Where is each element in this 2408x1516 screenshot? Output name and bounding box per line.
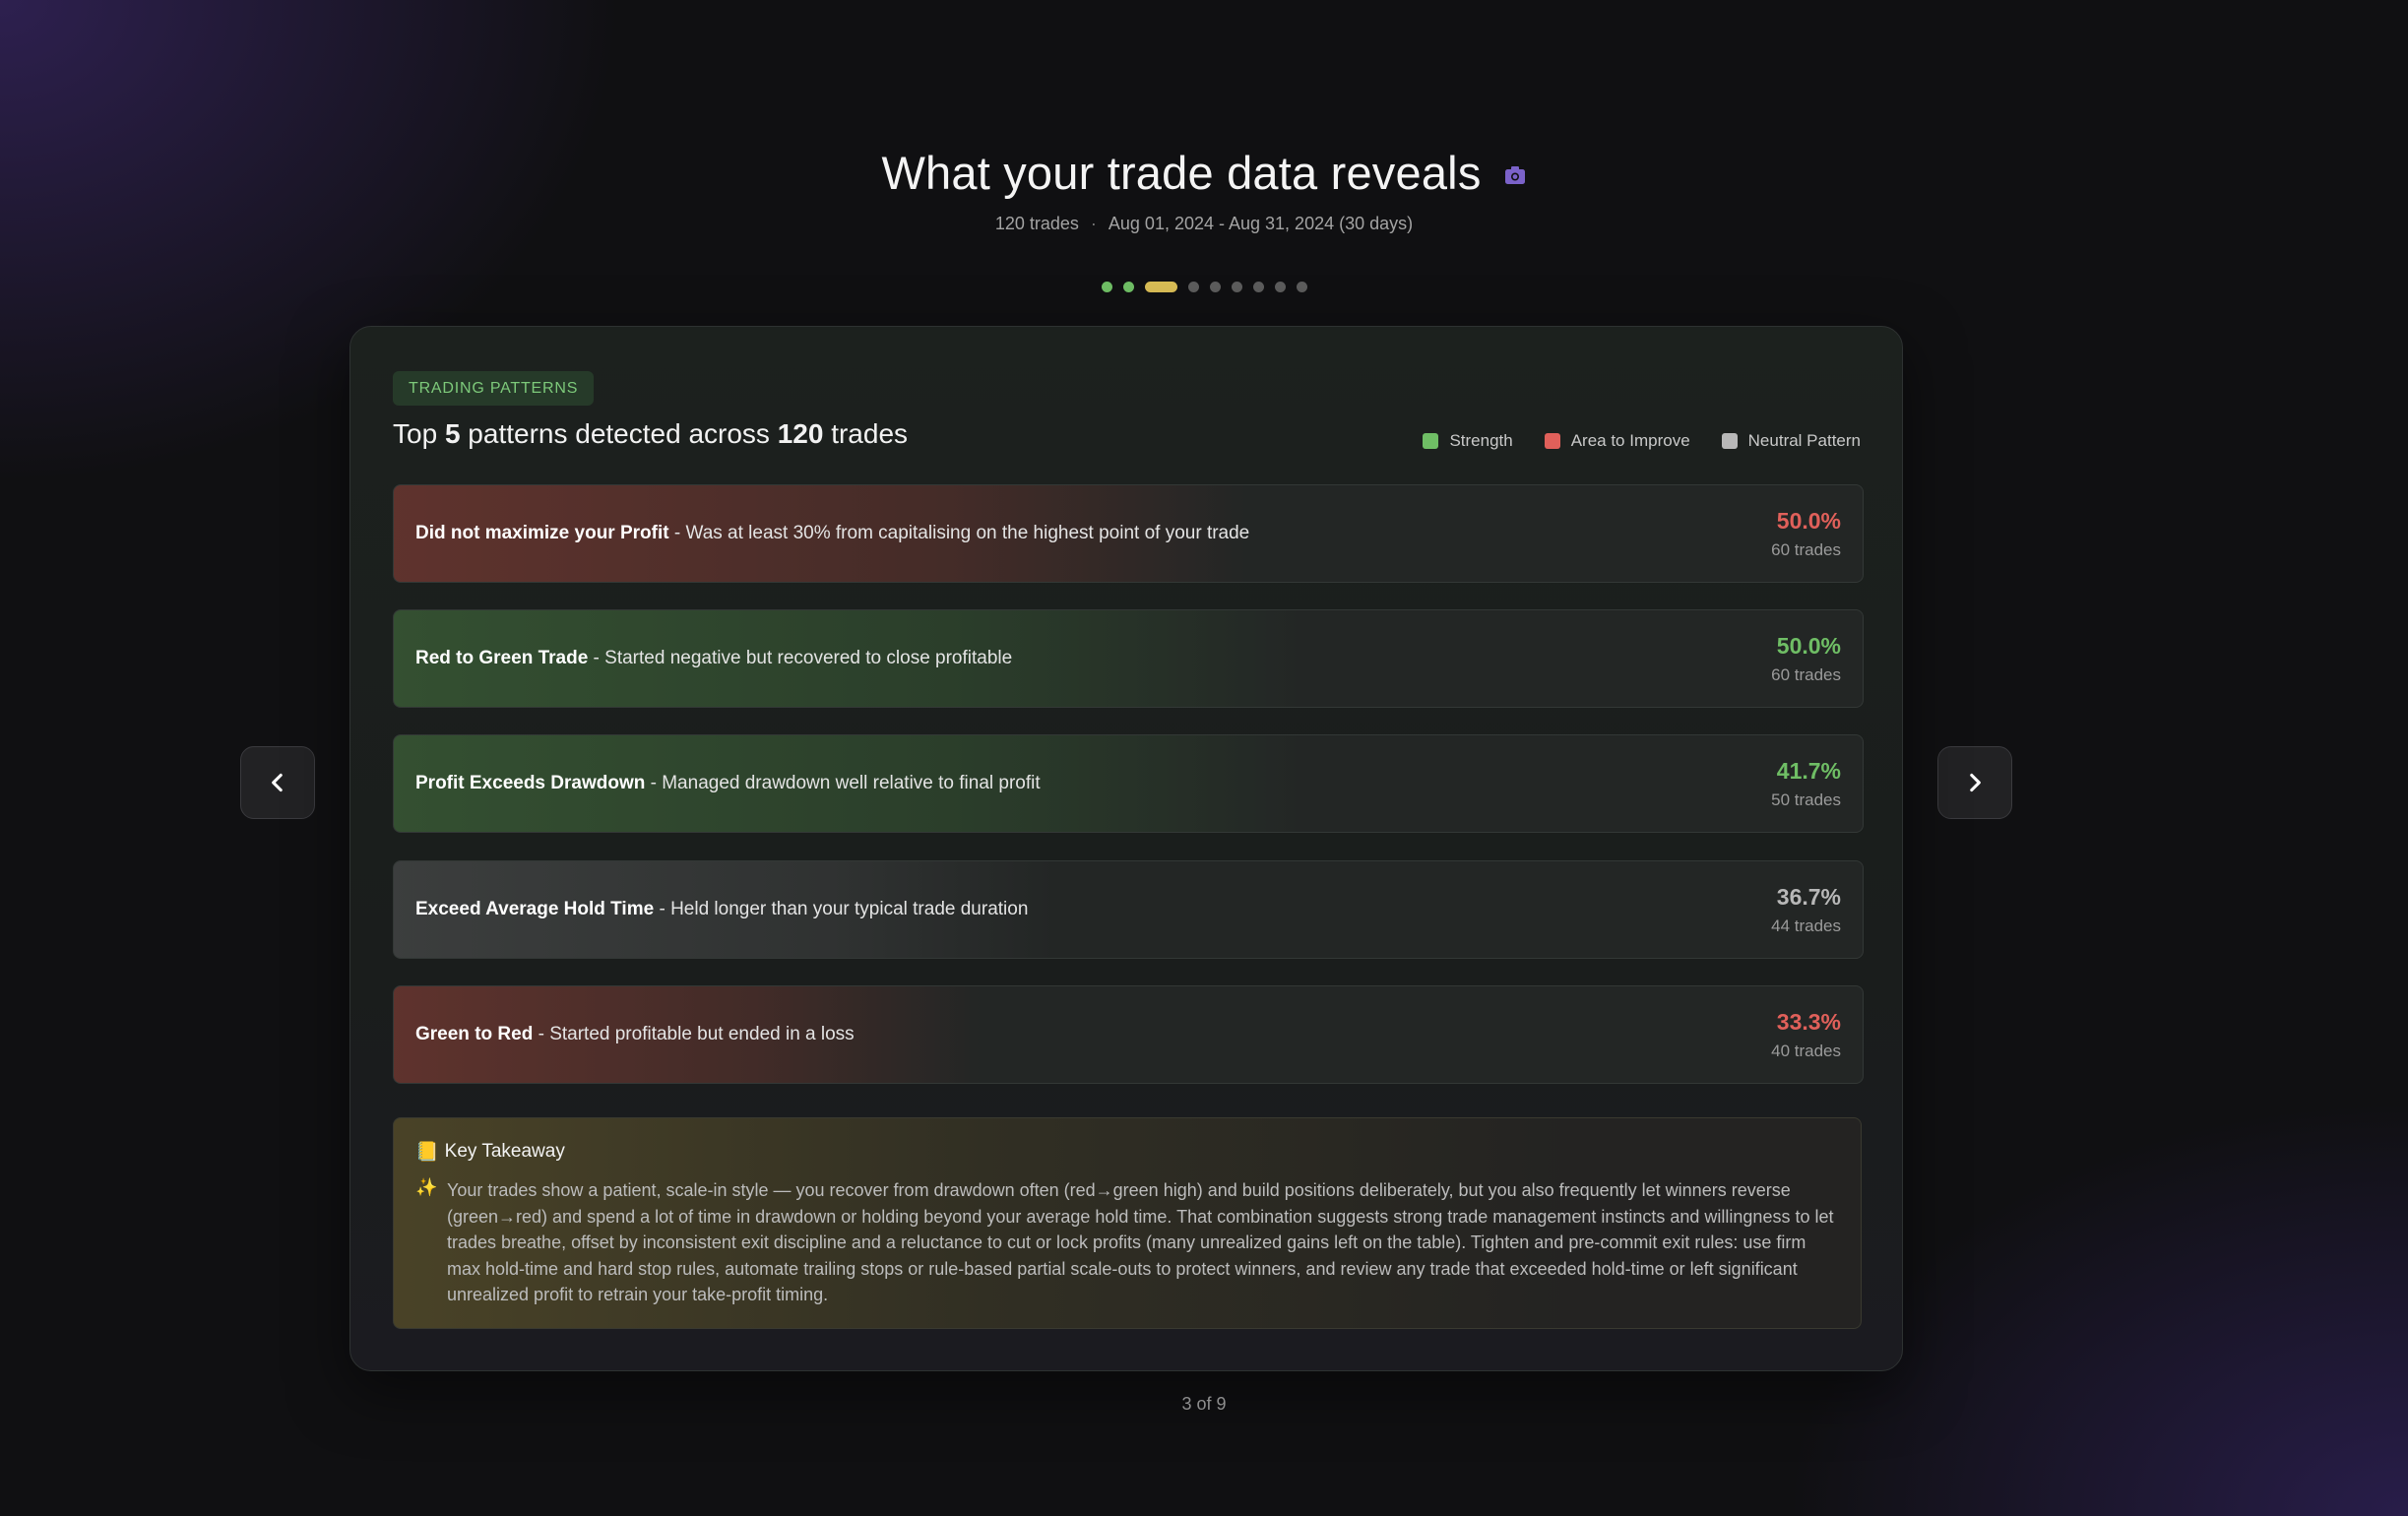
- pattern-stats: 33.3% 40 trades: [1771, 1009, 1841, 1061]
- progress-dot[interactable]: [1296, 282, 1307, 292]
- pattern-row[interactable]: Exceed Average Hold Time - Held longer t…: [393, 860, 1864, 959]
- page-title: What your trade data reveals: [881, 147, 1482, 199]
- pattern-desc: - Started negative but recovered to clos…: [588, 648, 1013, 668]
- pattern-text: Exceed Average Hold Time - Held longer t…: [415, 899, 1028, 920]
- pattern-row[interactable]: Green to Red - Started profitable but en…: [393, 985, 1864, 1084]
- heading-mid: patterns detected across: [468, 418, 770, 449]
- legend-item-improve: Area to Improve: [1544, 431, 1690, 451]
- takeaway-title: Key Takeaway: [444, 1141, 565, 1162]
- progress-dot[interactable]: [1252, 282, 1264, 292]
- heading-post: trades: [831, 418, 909, 449]
- progress-dot[interactable]: [1101, 282, 1112, 292]
- heading-pre: Top: [393, 418, 438, 449]
- pattern-text: Green to Red - Started profitable but en…: [415, 1024, 855, 1045]
- subtitle: 120 trades · Aug 01, 2024 - Aug 31, 2024…: [0, 214, 2408, 234]
- trade-count: 120 trades: [994, 214, 1079, 233]
- pattern-stats: 50.0% 60 trades: [1771, 633, 1841, 685]
- card-heading: Top 5 patterns detected across 120 trade…: [393, 418, 908, 450]
- key-takeaway: 📒 Key Takeaway ✨ Your trades show a pati…: [393, 1117, 1862, 1329]
- progress-dot[interactable]: [1187, 282, 1199, 292]
- takeaway-body: ✨ Your trades show a patient, scale-in s…: [415, 1177, 1839, 1308]
- pattern-count: 44 trades: [1771, 916, 1841, 935]
- legend-swatch-strength: [1423, 433, 1439, 449]
- pattern-count: 40 trades: [1771, 1041, 1841, 1060]
- next-button[interactable]: [1937, 746, 2012, 819]
- pattern-desc: - Was at least 30% from capitalising on …: [668, 523, 1250, 543]
- pattern-row[interactable]: Red to Green Trade - Started negative bu…: [393, 609, 1864, 708]
- heading-trade-count: 120: [777, 418, 824, 449]
- pattern-text: Red to Green Trade - Started negative bu…: [415, 648, 1012, 669]
- legend-item-neutral: Neutral Pattern: [1721, 431, 1861, 451]
- pattern-title: Profit Exceeds Drawdown: [415, 773, 646, 793]
- progress-dot[interactable]: [1209, 282, 1221, 292]
- progress-dot[interactable]: [1122, 282, 1134, 292]
- date-range: Aug 01, 2024 - Aug 31, 2024 (30 days): [1108, 214, 1414, 233]
- pattern-percent: 36.7%: [1776, 883, 1841, 910]
- pattern-desc: - Started profitable but ended in a loss: [533, 1024, 855, 1044]
- progress-dot[interactable]: [1231, 282, 1242, 292]
- pattern-stats: 41.7% 50 trades: [1771, 758, 1841, 810]
- legend-label: Area to Improve: [1570, 431, 1690, 450]
- pattern-row[interactable]: Did not maximize your Profit - Was at le…: [393, 484, 1864, 583]
- pattern-count: 60 trades: [1771, 539, 1841, 559]
- progress-dot-active[interactable]: [1144, 282, 1177, 292]
- pattern-stats: 50.0% 60 trades: [1771, 508, 1841, 560]
- legend-label: Neutral Pattern: [1747, 431, 1861, 450]
- pattern-title: Green to Red: [415, 1024, 534, 1044]
- pattern-desc: - Managed drawdown well relative to fina…: [645, 773, 1041, 793]
- legend: Strength Area to Improve Neutral Pattern: [1423, 431, 1861, 451]
- page-header: What your trade data reveals 120 trades …: [0, 146, 2408, 234]
- previous-button[interactable]: [240, 746, 315, 819]
- pattern-count: 50 trades: [1771, 790, 1841, 809]
- sparkles-icon: ✨: [415, 1177, 438, 1197]
- progress-dots: [0, 282, 2408, 292]
- legend-swatch-neutral: [1721, 433, 1738, 449]
- pattern-stats: 36.7% 44 trades: [1771, 884, 1841, 936]
- pattern-percent: 50.0%: [1776, 507, 1841, 534]
- page-indicator: 3 of 9: [1181, 1394, 1227, 1414]
- takeaway-text: Your trades show a patient, scale-in sty…: [447, 1180, 1834, 1304]
- camera-icon[interactable]: [1503, 163, 1527, 187]
- pattern-text: Profit Exceeds Drawdown - Managed drawdo…: [415, 773, 1041, 794]
- pattern-count: 60 trades: [1771, 664, 1841, 684]
- pattern-desc: - Held longer than your typical trade du…: [654, 899, 1029, 919]
- pattern-row[interactable]: Profit Exceeds Drawdown - Managed drawdo…: [393, 734, 1864, 833]
- legend-swatch-improve: [1544, 433, 1560, 449]
- pattern-percent: 33.3%: [1776, 1008, 1841, 1035]
- progress-dot[interactable]: [1274, 282, 1286, 292]
- pattern-title: Red to Green Trade: [415, 648, 589, 668]
- chevron-left-icon: [272, 773, 283, 792]
- pattern-title: Did not maximize your Profit: [415, 523, 669, 543]
- legend-label: Strength: [1449, 431, 1513, 450]
- title-row: What your trade data reveals: [0, 146, 2408, 200]
- patterns-card: TRADING PATTERNS Top 5 patterns detected…: [349, 326, 1903, 1371]
- heading-top-n: 5: [444, 418, 461, 449]
- takeaway-header: 📒 Key Takeaway: [415, 1140, 1839, 1164]
- section-badge: TRADING PATTERNS: [393, 371, 595, 406]
- pattern-percent: 50.0%: [1776, 632, 1841, 659]
- pattern-text: Did not maximize your Profit - Was at le…: [415, 523, 1249, 544]
- chevron-right-icon: [1970, 773, 1981, 792]
- subtitle-separator: ·: [1090, 214, 1097, 233]
- pattern-percent: 41.7%: [1776, 757, 1841, 784]
- legend-item-strength: Strength: [1423, 431, 1513, 451]
- pattern-title: Exceed Average Hold Time: [415, 899, 655, 919]
- book-icon: 📒: [415, 1142, 439, 1163]
